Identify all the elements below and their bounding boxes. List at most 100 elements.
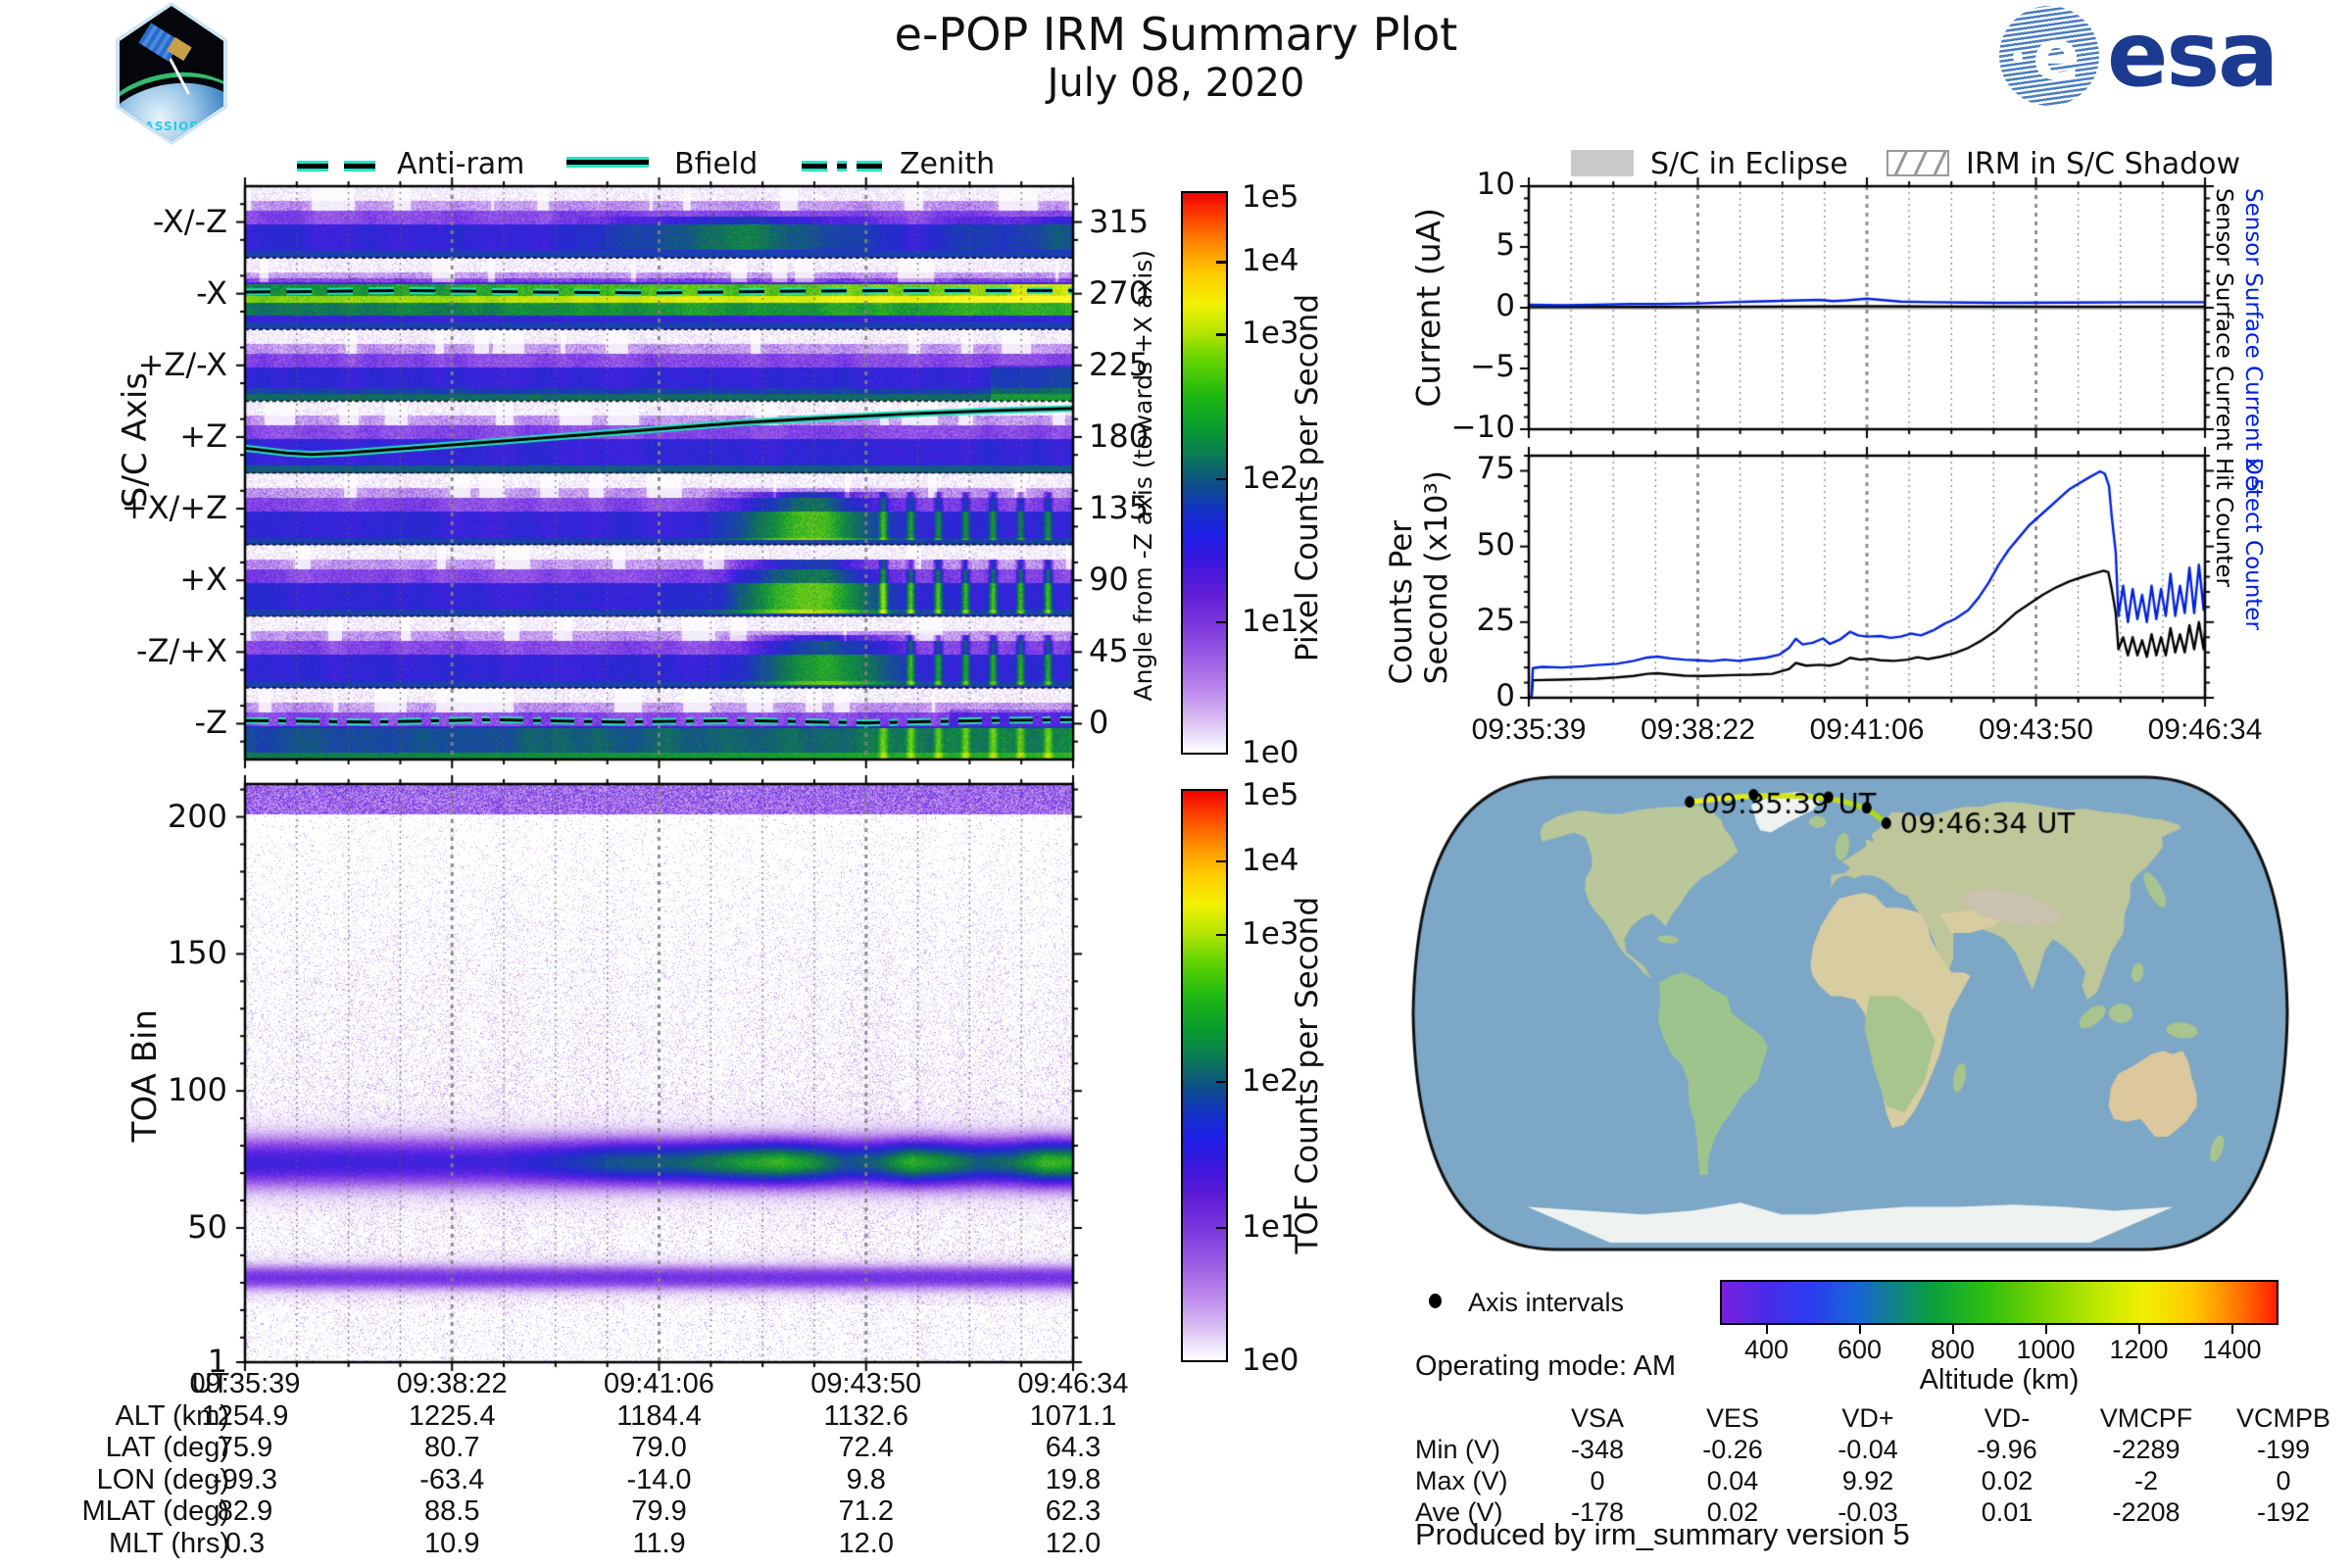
toa-tick-label: 150 xyxy=(20,934,227,971)
voltage-cell: -0.04 xyxy=(1799,1435,1936,1465)
voltage-cell: -2208 xyxy=(2078,1497,2215,1528)
current-right-label-black: Sensor Surface Current xyxy=(2211,188,2236,450)
ephemeris-cell: 09:35:39 xyxy=(157,1368,333,1400)
altitude-colorbar-label: Altitude (km) xyxy=(1720,1364,2278,1396)
esa-globe-e: e xyxy=(2033,14,2081,96)
voltage-col-header: VSA xyxy=(1529,1403,1666,1434)
sc-axis-band-label: -X xyxy=(20,274,227,312)
voltage-col-header: VMCPF xyxy=(2078,1403,2215,1434)
current-tick-label: 0 xyxy=(1421,288,1515,323)
ephemeris-cell: 19.8 xyxy=(985,1464,1161,1496)
ephemeris-cell: 11.9 xyxy=(571,1528,748,1560)
esa-logo-text: esa xyxy=(2107,2,2277,107)
angle-tick-label: 225 xyxy=(1089,346,1149,383)
counts-ylabel: Counts Per Second (x10³) xyxy=(1384,470,1454,684)
tof-cbar-tick-mark xyxy=(1216,934,1228,937)
pixel-cbar-tick-mark xyxy=(1216,478,1228,481)
current-plot-canvas xyxy=(1517,174,2217,441)
ephemeris-cell: 1225.4 xyxy=(364,1400,540,1433)
pixel-cbar-tick: 1e5 xyxy=(1242,179,1299,215)
voltage-cell: -199 xyxy=(2215,1435,2352,1465)
voltage-cell: -178 xyxy=(1529,1497,1666,1528)
sc-axis-band-label: +Z/-X xyxy=(20,346,227,383)
tof-cbar-tick-mark xyxy=(1216,1081,1228,1084)
axis-intervals-label: Axis intervals xyxy=(1468,1288,1624,1318)
ephemeris-cell: 82.9 xyxy=(157,1495,333,1528)
ground-track-map xyxy=(1409,774,2291,1252)
counts-plot-canvas xyxy=(1517,444,2217,710)
cassiope-logo-text: CASSIOPE xyxy=(120,120,223,133)
toa-tick-label: 50 xyxy=(20,1208,227,1246)
tof-cbar-tick: 1e0 xyxy=(1242,1343,1299,1378)
time-tick-label: 09:43:50 xyxy=(1953,713,2120,747)
pixel-cbar-tick: 1e0 xyxy=(1242,735,1299,770)
counts-right-label-blue: Detect Counter xyxy=(2240,458,2266,630)
voltage-cell: -0.03 xyxy=(1799,1497,1936,1528)
altitude-tick-mark xyxy=(1952,1325,1955,1334)
time-tick-label: 09:38:22 xyxy=(1615,713,1782,747)
sc-axis-band-label: +X xyxy=(20,561,227,598)
toa-spectrogram-canvas xyxy=(233,772,1085,1374)
angle-tick-label: 45 xyxy=(1089,632,1129,669)
voltage-cell: -2 xyxy=(2078,1466,2215,1496)
altitude-tick-mark xyxy=(1766,1325,1769,1334)
current-tick-label: 10 xyxy=(1421,167,1515,202)
altitude-tick-label: 600 xyxy=(1811,1335,1909,1365)
angle-tick-label: 0 xyxy=(1089,704,1108,741)
sc-axis-band-label: -Z/+X xyxy=(20,632,227,669)
voltage-cell: -2289 xyxy=(2078,1435,2215,1465)
altitude-tick-label: 1400 xyxy=(2183,1335,2281,1365)
current-tick-label: −5 xyxy=(1421,349,1515,384)
tof-cbar-tick: 1e3 xyxy=(1242,916,1299,952)
pixel-cbar-tick: 1e4 xyxy=(1242,243,1299,278)
altitude-tick-mark xyxy=(1859,1325,1862,1334)
tof-colorbar xyxy=(1181,789,1228,1362)
axis-intervals-dot-icon xyxy=(1429,1294,1442,1308)
counts-tick-label: 50 xyxy=(1421,527,1515,563)
ephemeris-cell: 1071.1 xyxy=(985,1400,1161,1433)
voltage-cell: 0.04 xyxy=(1664,1466,1801,1496)
counts-tick-label: 75 xyxy=(1421,451,1515,486)
ephemeris-cell: 75.9 xyxy=(157,1432,333,1464)
altitude-tick-label: 400 xyxy=(1718,1335,1816,1365)
eclipse-swatch-icon xyxy=(1571,150,1634,176)
voltage-col-header: VD+ xyxy=(1799,1403,1936,1434)
sc-axis-band-label: +X/+Z xyxy=(20,489,227,526)
altitude-colorbar xyxy=(1720,1280,2278,1325)
ephemeris-cell: 09:41:06 xyxy=(571,1368,748,1400)
counts-tick-label: 0 xyxy=(1421,678,1515,713)
voltage-cell: -9.96 xyxy=(1938,1435,2076,1465)
ephemeris-cell: 12.0 xyxy=(778,1528,955,1560)
sc-axis-spectrogram-canvas xyxy=(233,174,1085,771)
voltage-cell: 9.92 xyxy=(1799,1466,1936,1496)
voltage-cell: 0.02 xyxy=(1938,1466,2076,1496)
voltage-cell: 0 xyxy=(2215,1466,2352,1496)
esa-globe-icon: e xyxy=(1999,6,2099,106)
angle-axis-label: Angle from -Z axis (towards +X axis) xyxy=(1129,250,1157,702)
pixel-colorbar xyxy=(1181,191,1228,755)
ephemeris-cell: 9.8 xyxy=(778,1464,955,1496)
pixel-cbar-tick-mark xyxy=(1216,333,1228,336)
voltage-cell: 0.02 xyxy=(1664,1497,1801,1528)
counts-tick-label: 25 xyxy=(1421,603,1515,638)
voltage-col-header: VCMPB xyxy=(2215,1403,2352,1434)
pixel-cbar-tick: 1e3 xyxy=(1242,316,1299,351)
zenith-line-icon xyxy=(802,157,882,175)
angle-tick-label: 90 xyxy=(1089,561,1129,598)
ephemeris-cell: 80.7 xyxy=(364,1432,540,1464)
sc-axis-band-label: +Z xyxy=(20,417,227,455)
summary-plot-page: CASSIOPE e-POP IRM Summary Plot July 08,… xyxy=(0,0,2352,1568)
page-date: July 08, 2020 xyxy=(0,61,2352,106)
voltage-col-header: VD- xyxy=(1938,1403,2076,1434)
angle-tick-label: 135 xyxy=(1089,489,1149,526)
time-tick-label: 09:46:34 xyxy=(2122,713,2288,747)
angle-tick-label: 315 xyxy=(1089,203,1149,240)
voltage-cell: -348 xyxy=(1529,1435,1666,1465)
ephemeris-cell: 0.3 xyxy=(157,1528,333,1560)
counts-right-label-black: Hit Counter xyxy=(2211,458,2236,587)
altitude-tick-mark xyxy=(2138,1325,2141,1334)
shadow-swatch-icon xyxy=(1886,150,1949,176)
voltage-cell: 0.01 xyxy=(1938,1497,2076,1528)
ephemeris-cell: 1184.4 xyxy=(571,1400,748,1433)
voltage-row-label: Ave (V) xyxy=(1415,1497,1503,1528)
